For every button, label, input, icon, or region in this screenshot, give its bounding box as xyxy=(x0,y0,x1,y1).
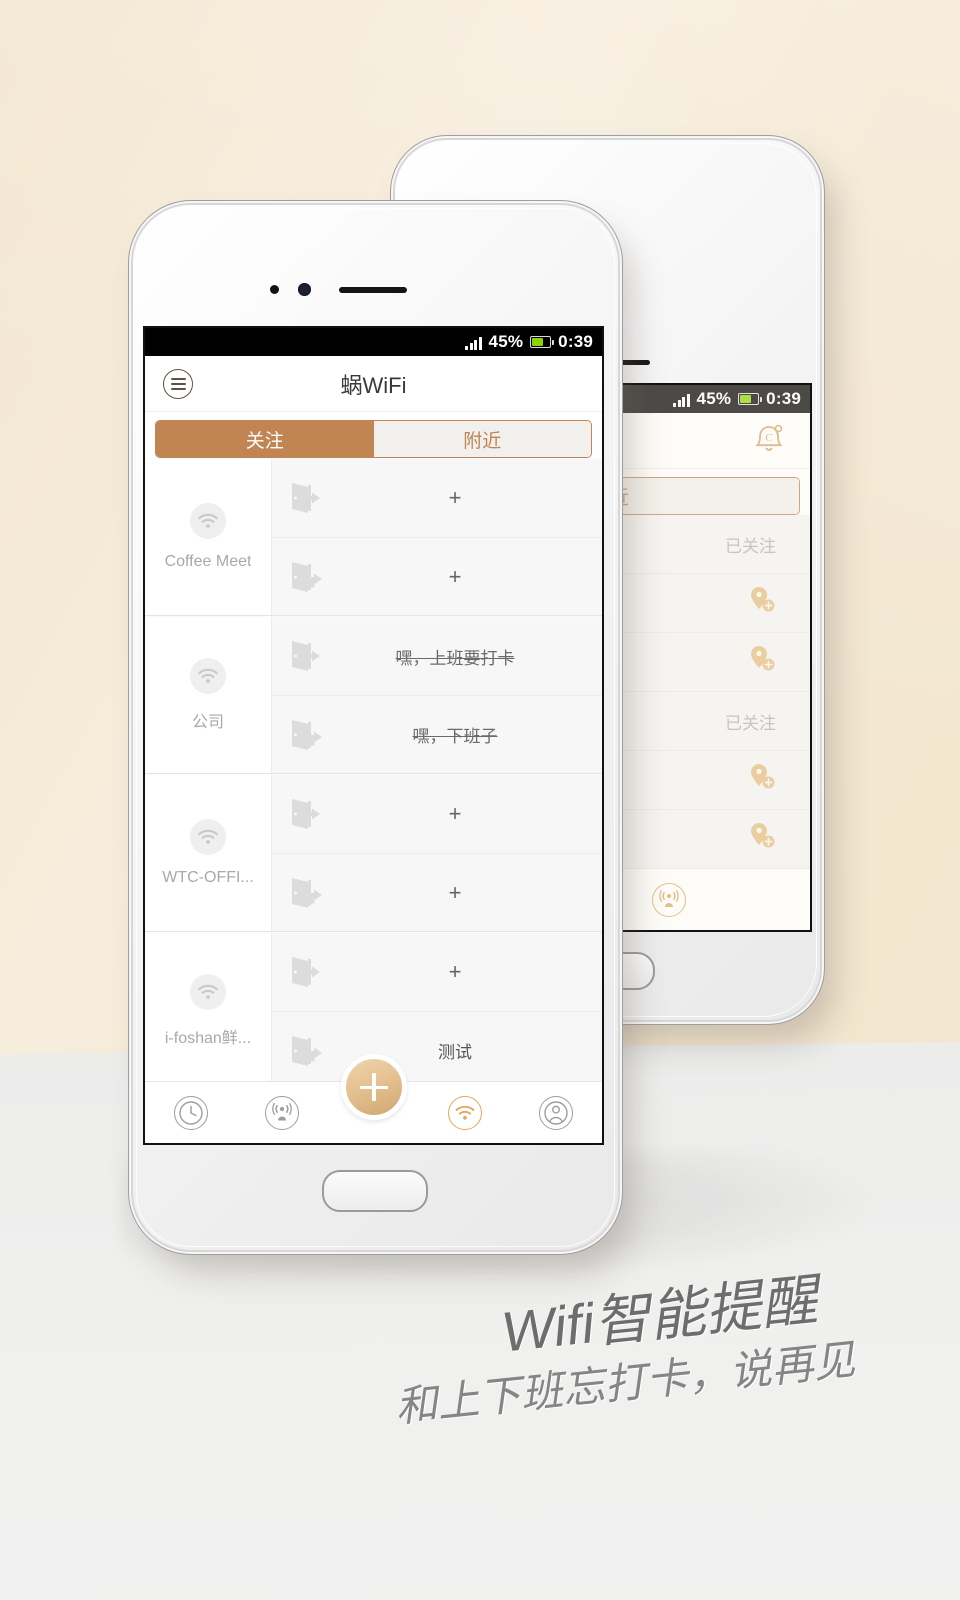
front-phone-device: 45% 0:39 蜗WiFi 关注 附近 Coffee Meet + + 公司 嘿，上班要… xyxy=(133,205,618,1250)
wifi-network-info: WTC-OFFI... xyxy=(145,775,272,931)
person-icon xyxy=(539,1095,574,1130)
followed-status-label: 已关注 xyxy=(725,536,776,556)
plus-icon xyxy=(359,1073,388,1101)
back-nav-item-broadcast[interactable] xyxy=(642,882,810,917)
door-enter-icon xyxy=(272,638,338,674)
svg-text:C: C xyxy=(765,432,772,444)
tab-label: 附近 xyxy=(463,430,502,452)
tab-label: 关注 xyxy=(245,430,284,452)
wifi-network-info: Coffee Meet xyxy=(145,459,272,615)
rule-text: + xyxy=(448,879,462,905)
front-bottom-nav[interactable] xyxy=(145,1054,602,1143)
battery-icon xyxy=(738,393,763,405)
wifi-network-info: i-foshan鲜... xyxy=(145,933,272,1089)
wifi-rule-group: + 测试 xyxy=(272,933,602,1089)
front-app-bar: 蜗WiFi xyxy=(145,356,602,412)
wifi-network-row[interactable]: 公司 嘿，上班要打卡 嘿，下班子 xyxy=(145,616,602,774)
front-phone-home-button[interactable] xyxy=(322,1170,428,1212)
wifi-icon xyxy=(190,503,226,539)
rule-text: + xyxy=(448,563,462,589)
broadcast-icon xyxy=(652,882,686,917)
clock-icon xyxy=(173,1095,208,1130)
rule-text: + xyxy=(448,485,462,510)
followed-status-label: 已关注 xyxy=(725,713,776,733)
wifi-rule-group: 嘿，上班要打卡 嘿，下班子 xyxy=(272,617,602,773)
door-exit-icon xyxy=(272,1033,338,1069)
wifi-icon xyxy=(447,1095,482,1130)
signal-bars-icon xyxy=(465,335,482,350)
battery-percent-label: 45% xyxy=(488,332,524,351)
tab-following[interactable]: 关注 xyxy=(156,421,374,457)
wifi-icon xyxy=(190,974,226,1010)
nav-item-broadcast[interactable] xyxy=(236,1095,327,1130)
rule-row-arrive[interactable]: + xyxy=(272,459,602,537)
rule-row-leave[interactable]: 测试 xyxy=(272,1011,602,1089)
signal-bars-icon xyxy=(673,392,690,407)
rule-row-leave[interactable]: 嘿，下班子 xyxy=(272,695,602,773)
door-exit-icon xyxy=(272,717,338,753)
door-enter-icon xyxy=(272,796,338,832)
map-pin-add-icon[interactable] xyxy=(750,586,776,621)
rule-row-arrive[interactable]: + xyxy=(272,933,602,1011)
wifi-network-row[interactable]: WTC-OFFI... + + xyxy=(145,774,602,932)
rule-text: + xyxy=(448,959,462,984)
door-enter-icon xyxy=(272,954,338,990)
front-tab-group[interactable]: 关注 附近 xyxy=(155,420,592,458)
wifi-icon xyxy=(190,658,226,694)
page-title: 蜗WiFi xyxy=(340,372,407,398)
nav-item-wifi[interactable] xyxy=(419,1095,510,1130)
front-status-bar: 45% 0:39 xyxy=(145,328,602,356)
wifi-network-row[interactable]: Coffee Meet + + xyxy=(145,458,602,616)
front-phone-screen: 45% 0:39 蜗WiFi 关注 附近 Coffee Meet + + 公司 嘿，上班要… xyxy=(145,328,602,1143)
door-exit-icon xyxy=(272,559,338,595)
broadcast-icon xyxy=(265,1095,300,1130)
wifi-ssid-label: WTC-OFFI... xyxy=(162,869,254,886)
battery-icon xyxy=(530,336,555,348)
rule-text: 嘿，下班子 xyxy=(412,727,498,746)
door-exit-icon xyxy=(272,875,338,911)
battery-percent-label: 45% xyxy=(696,389,732,408)
rule-row-arrive[interactable]: 嘿，上班要打卡 xyxy=(272,617,602,695)
rule-text: 嘿，上班要打卡 xyxy=(395,648,515,668)
door-enter-icon xyxy=(272,480,338,516)
poster-stage: 45% 0:39 Fi C 附近 xyxy=(0,0,960,1600)
clock-label: 0:39 xyxy=(558,332,593,351)
add-rule-fab-button[interactable] xyxy=(340,1054,407,1120)
rule-row-leave[interactable]: + xyxy=(272,853,602,931)
bell-notification-icon[interactable]: C xyxy=(754,422,810,459)
tab-nearby[interactable]: 附近 xyxy=(373,421,591,457)
map-pin-add-icon[interactable] xyxy=(750,822,776,857)
wifi-icon xyxy=(190,819,226,855)
nav-item-profile[interactable] xyxy=(511,1095,602,1130)
front-phone-sensor-dot xyxy=(270,285,279,294)
map-pin-add-icon[interactable] xyxy=(750,763,776,798)
front-phone-earpiece-speaker xyxy=(339,287,407,293)
wifi-ssid-label: i-foshan鲜... xyxy=(164,1030,252,1047)
front-phone-front-camera xyxy=(298,283,311,296)
wifi-ssid-label: 公司 xyxy=(191,714,224,731)
clock-label: 0:39 xyxy=(766,389,801,408)
rule-row-leave[interactable]: + xyxy=(272,537,602,615)
wifi-network-list: Coffee Meet + + 公司 嘿，上班要打卡 嘿，下班子 WTC-OFFI... + +… xyxy=(145,458,602,1090)
rule-text: + xyxy=(448,801,462,826)
map-pin-add-icon[interactable] xyxy=(750,645,776,680)
rule-row-arrive[interactable]: + xyxy=(272,775,602,853)
nav-item-clock[interactable] xyxy=(145,1095,236,1130)
wifi-rule-group: + + xyxy=(272,459,602,615)
wifi-rule-group: + + xyxy=(272,775,602,931)
wifi-ssid-label: Coffee Meet xyxy=(164,553,252,570)
wifi-network-info: 公司 xyxy=(145,617,272,773)
